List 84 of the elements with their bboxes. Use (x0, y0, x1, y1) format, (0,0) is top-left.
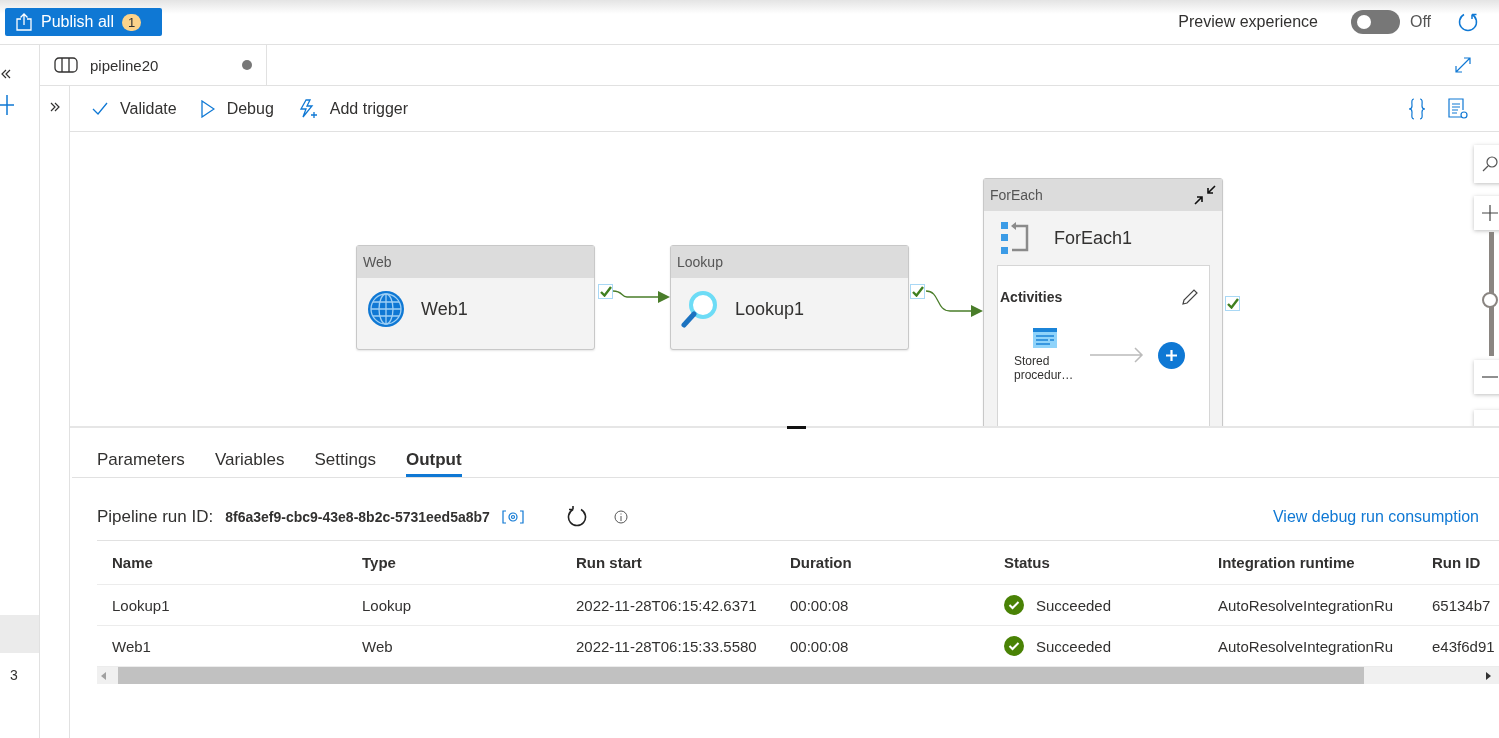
table-cell-text: 00:00:08 (789, 637, 850, 655)
globe-icon (367, 290, 405, 328)
magnifier-icon (681, 290, 719, 328)
toggle-state-label: Off (1409, 13, 1431, 31)
list-settings-icon[interactable] (1447, 97, 1469, 120)
success-port-icon[interactable] (1225, 296, 1240, 311)
plus-icon (1482, 205, 1498, 221)
count-badge: 1 (121, 13, 142, 31)
table-cell-text: Lookup (361, 596, 413, 614)
resize-handle[interactable] (787, 426, 806, 429)
activity-card[interactable]: Web Web1 (356, 245, 595, 350)
table-cell-text: e43f6d91 (1431, 637, 1496, 655)
minus-icon (1482, 376, 1498, 378)
activities-title: Activities (1000, 289, 1063, 305)
activity-name: Lookup1 (735, 298, 805, 320)
add-activity-icon[interactable] (1158, 341, 1185, 369)
run-id-value: 8f6a3ef9-cbc9-43e8-8b2c-5731eed5a8b7 (225, 509, 490, 525)
preview-toggle[interactable] (1350, 10, 1400, 34)
horizontal-scrollbar[interactable] (97, 667, 1499, 684)
column-header: Run start (575, 554, 643, 571)
success-check-icon (1004, 595, 1024, 615)
zoom-slider[interactable] (1482, 232, 1499, 356)
lightning-plus-icon (297, 98, 318, 119)
column-header: Run ID (1431, 554, 1482, 571)
search-icon (1482, 156, 1498, 172)
table-cell-text: 2022-11-28T06:15:33.5580 (575, 637, 758, 655)
refresh-icon[interactable] (565, 506, 588, 528)
copy-expression-icon[interactable] (501, 510, 524, 524)
activity-name: ForEach1 (1054, 227, 1133, 249)
activity-type: Lookup (677, 254, 723, 270)
status-text: Succeeded (1036, 596, 1112, 614)
play-icon (200, 99, 215, 118)
success-port-icon[interactable] (910, 284, 925, 299)
validate-button[interactable]: Validate (92, 99, 177, 118)
pipeline-icon (54, 57, 78, 73)
success-check-icon (1004, 636, 1024, 656)
pencil-icon[interactable] (1181, 288, 1199, 306)
loop-list-icon (1000, 221, 1030, 255)
collapse-icon[interactable] (1, 69, 11, 79)
debug-button[interactable]: Debug (200, 99, 274, 118)
column-header: Status (1003, 554, 1051, 571)
column-header: Type (361, 554, 397, 571)
expand-panel-icon[interactable] (49, 102, 60, 112)
rail-count: 3 (10, 667, 19, 683)
next-arrow-icon (1090, 347, 1144, 363)
activity-type: Web (363, 254, 392, 270)
column-header: Name (111, 554, 154, 571)
run-id-label: Pipeline run ID: (97, 507, 214, 527)
table-cell-text: AutoResolveIntegrationRu (1217, 637, 1395, 655)
panel-tab[interactable]: Settings (314, 440, 376, 477)
stored-procedure-activity[interactable]: Stored procedur… (1014, 328, 1076, 382)
activity-type: ForEach (990, 187, 1043, 203)
status-text: Succeeded (1036, 637, 1112, 655)
panel-tab[interactable]: Output (405, 440, 462, 477)
add-icon[interactable] (0, 95, 14, 115)
connector-arrow (925, 290, 983, 317)
info-icon[interactable] (613, 510, 628, 524)
table-cell-text: 00:00:08 (789, 596, 850, 614)
panel-tab[interactable]: Parameters (97, 440, 185, 477)
table-cell-text: AutoResolveIntegrationRu (1217, 596, 1395, 614)
expand-icon[interactable] (1455, 57, 1471, 73)
table-cell-text: 65134b7 (1431, 596, 1492, 614)
collapse-icon[interactable] (1194, 185, 1216, 205)
stored-procedure-icon (1032, 328, 1058, 348)
add-trigger-button[interactable]: Add trigger (297, 98, 409, 119)
table-cell-text: Web (361, 637, 394, 655)
foreach-activity-card[interactable]: ForEach ForEach1 Activities Stored procedur… (983, 178, 1223, 426)
preview-experience-label: Preview experience (1178, 13, 1318, 31)
column-header: Duration (789, 554, 853, 571)
table-cell-text: Web1 (111, 637, 152, 655)
panel-tab[interactable]: Variables (214, 440, 285, 477)
success-port-icon[interactable] (598, 284, 613, 299)
check-icon (92, 101, 108, 116)
connector-arrow (612, 290, 670, 303)
slider-thumb[interactable] (1482, 292, 1498, 309)
activity-card[interactable]: Lookup Lookup1 (670, 245, 909, 350)
consumption-link[interactable]: View debug run consumption (1272, 508, 1479, 526)
table-cell-text: Lookup1 (111, 596, 171, 614)
activity-name: Web1 (421, 298, 468, 320)
column-header: Integration runtime (1217, 554, 1356, 571)
upload-icon (15, 13, 33, 31)
table-cell-text: 2022-11-28T06:15:42.6371 (575, 596, 758, 614)
publish-all-button[interactable]: Publish all 1 (5, 8, 162, 36)
code-braces-icon[interactable] (1407, 97, 1427, 120)
